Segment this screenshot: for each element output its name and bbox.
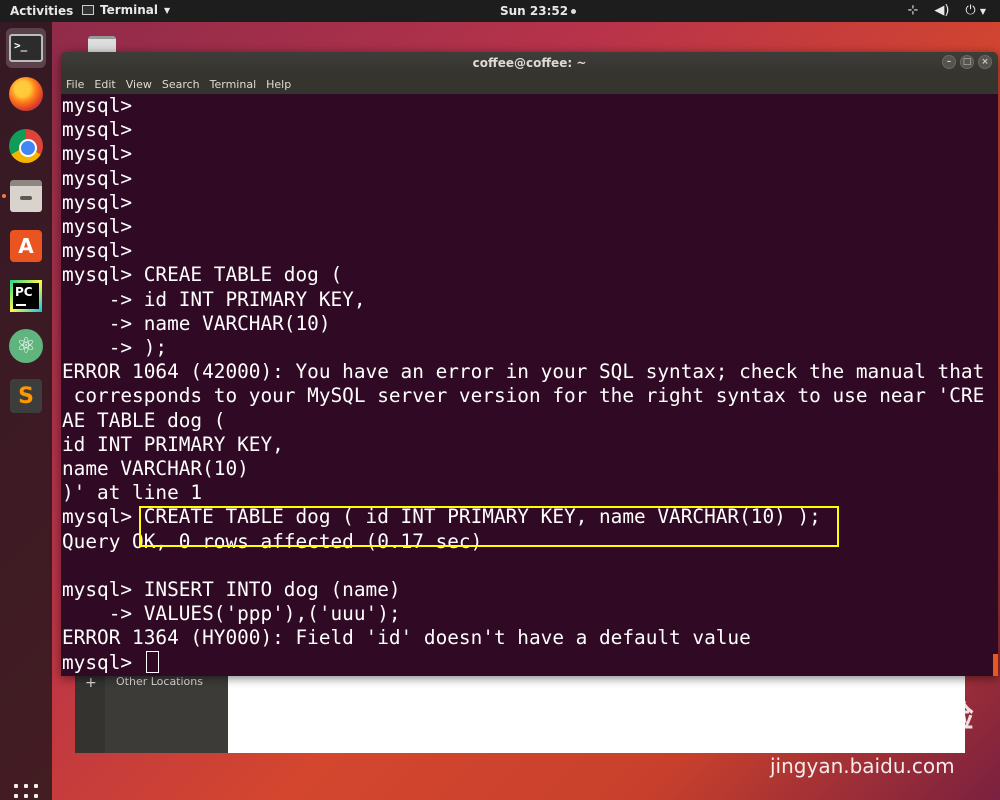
dock-atom[interactable]: ⚛ [6,326,46,366]
dock-terminal[interactable]: >_ [6,28,46,68]
window-controls: – □ × [942,55,992,69]
terminal-window[interactable]: coffee@coffee: ~ – □ × File Edit View Se… [61,52,998,676]
watermark-url: jingyan.baidu.com [770,754,955,778]
baidu-watermark: Bai du经验 jingyan.baidu.com [750,692,980,782]
notification-dot-icon [571,9,577,14]
watermark-logo: Bai du经验 [768,695,973,736]
dock: >_ A PC ⚛ S [0,22,52,800]
dock-pycharm[interactable]: PC [6,276,46,316]
menu-search[interactable]: Search [162,78,200,91]
terminal-line: -> id INT PRIMARY KEY, [62,287,366,311]
terminal-prompt-line[interactable]: mysql> [62,650,159,675]
dock-firefox[interactable] [6,74,46,114]
files-icon [10,180,42,212]
menu-help[interactable]: Help [266,78,291,91]
sidebar-item-other-locations[interactable]: Other Locations [116,675,203,688]
terminal-small-icon [82,5,94,15]
app-menu[interactable]: Terminal ▼ [82,3,170,17]
terminal-line: mysql> [62,142,133,166]
window-title: coffee@coffee: ~ [472,56,587,70]
terminal-line: -> name VARCHAR(10) [62,311,331,335]
terminal-line: mysql> CREAE TABLE dog ( [62,263,343,287]
show-applications-icon[interactable] [14,784,38,800]
network-icon[interactable]: ⊹ [907,3,918,18]
terminal-line: name VARCHAR(10) [62,457,249,480]
maximize-icon[interactable]: □ [960,55,974,69]
pycharm-icon: PC [10,280,42,312]
scrollbar[interactable] [993,654,998,676]
terminal-line: mysql> [62,94,133,117]
close-icon[interactable]: × [978,55,992,69]
atom-icon: ⚛ [9,329,43,363]
terminal-line: -> ); [62,336,168,359]
menu-edit[interactable]: Edit [94,78,115,91]
dock-files[interactable] [6,176,46,216]
terminal-line: )' at line 1 [62,481,203,505]
menu-file[interactable]: File [66,78,84,91]
terminal-line: mysql> [62,239,133,263]
running-indicator [2,194,6,198]
dock-software[interactable]: A [6,226,46,266]
system-tray[interactable]: ⊹ ◀) ⏻ ▼ [907,3,986,18]
clock-label: Sun 23:52 [500,4,569,18]
terminal-line: mysql> INSERT INTO dog (name) [62,578,401,601]
power-icon[interactable]: ⏻ ▼ [965,3,986,18]
menu-bar: File Edit View Search Terminal Help [61,74,998,94]
trash-icon[interactable] [88,36,116,52]
terminal-line: mysql> [62,118,133,142]
chevron-down-icon: ▼ [164,5,171,15]
menu-terminal[interactable]: Terminal [210,78,257,91]
dock-chrome[interactable] [6,126,46,166]
terminal-line: ERROR 1064 (42000): You have an error in… [62,360,985,384]
terminal-line: id INT PRIMARY KEY, [62,432,284,456]
software-icon: A [10,230,42,262]
terminal-line: -> VALUES('ppp'),('uuu'); [62,602,401,626]
clock[interactable]: Sun 23:52 [500,4,577,18]
terminal-icon: >_ [9,34,43,62]
highlight-box [139,506,839,547]
terminal-prompt: mysql> [62,650,144,674]
minimize-icon[interactable]: – [942,55,956,69]
sublime-icon: S [10,379,42,413]
terminal-line: mysql> [62,166,133,190]
terminal-line: ERROR 1364 (HY000): Field 'id' doesn't h… [62,626,751,650]
paw-icon [829,697,866,733]
file-manager-sidebar: + Other Locations [75,675,228,753]
chrome-icon [9,129,43,163]
terminal-line: mysql> [62,215,133,238]
activities-button[interactable]: Activities [10,4,73,18]
plus-icon[interactable]: + [85,675,97,691]
terminal-line: mysql> [62,190,133,214]
terminal-line: corresponds to your MySQL server version… [62,384,985,408]
volume-icon[interactable]: ◀) [934,3,949,18]
text-cursor [145,650,159,673]
firefox-icon [9,77,43,111]
dock-sublime[interactable]: S [6,376,46,416]
terminal-line: AE TABLE dog ( [62,408,226,432]
menu-view[interactable]: View [126,78,152,91]
app-menu-label: Terminal [100,3,159,17]
window-titlebar[interactable]: coffee@coffee: ~ – □ × [61,52,998,74]
top-bar: Activities Terminal ▼ Sun 23:52 ⊹ ◀) ⏻ ▼ [0,0,1000,22]
terminal-output[interactable]: mysql> mysql> mysql> mysql> mysql> mysql… [61,94,998,676]
